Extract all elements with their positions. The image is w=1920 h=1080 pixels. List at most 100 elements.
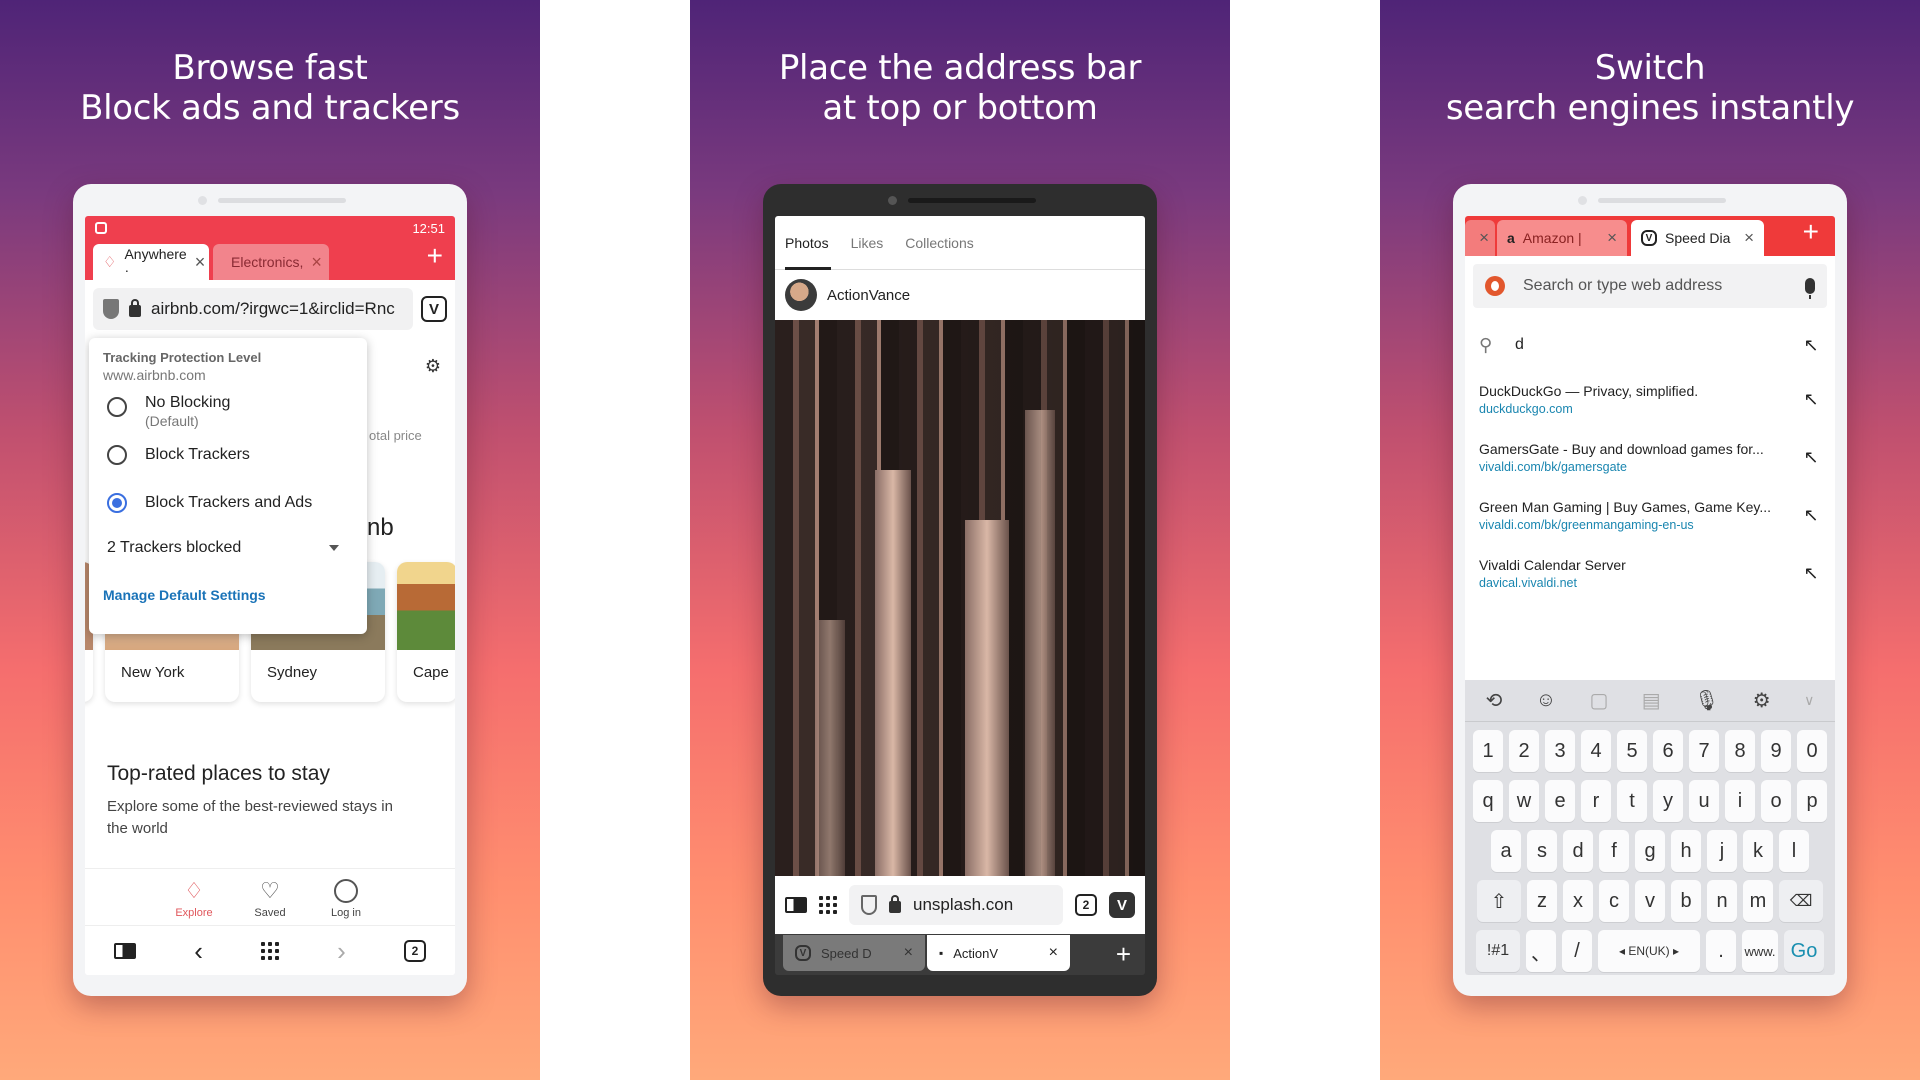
key-o[interactable]: o [1761,780,1791,822]
tab-anywhere[interactable]: ♢ Anywhere · × [93,244,209,280]
key-x[interactable]: x [1563,880,1593,922]
key-f[interactable]: f [1599,830,1629,872]
new-tab-button[interactable]: + [1116,939,1131,970]
tab-speed-dial[interactable]: V Speed D × [783,935,925,971]
key-d[interactable]: d [1563,830,1593,872]
tab-speed-dial[interactable]: V Speed Dia × [1631,220,1764,256]
key-l[interactable]: l [1779,830,1809,872]
tab-actionvance[interactable]: ▪ ActionV × [927,935,1070,971]
key-p[interactable]: p [1797,780,1827,822]
option-no-blocking[interactable]: No Blocking (Default) [103,393,353,429]
speed-dial-icon[interactable] [819,896,837,914]
gear-icon[interactable]: ⚙ [1753,688,1771,713]
key-8[interactable]: 8 [1725,730,1755,772]
suggestion-item[interactable]: GamersGate - Buy and download games for.… [1465,428,1835,486]
period-key[interactable]: . [1706,930,1736,972]
forward-icon[interactable]: › [337,938,346,964]
close-tab-icon[interactable]: × [195,252,206,273]
close-tab-icon[interactable]: × [1049,944,1058,962]
suggestion-item[interactable]: Vivaldi Calendar Server davical.vivaldi.n… [1465,544,1835,602]
close-tab-icon[interactable]: × [1744,228,1754,248]
key-v[interactable]: v [1635,880,1665,922]
key-k[interactable]: k [1743,830,1773,872]
nav-saved[interactable]: ♡ Saved [250,879,290,924]
nav-explore[interactable]: ♢ Explore [174,879,214,924]
typed-query-row[interactable]: ⚲ d ↖ [1465,320,1835,370]
user-row[interactable]: ActionVance [775,270,1145,320]
filter-icon[interactable]: ⚙ [425,356,441,377]
tab-switcher-button[interactable]: 2 [1075,894,1097,916]
radio-button-selected[interactable] [107,493,127,513]
key-n[interactable]: n [1707,880,1737,922]
suggestion-item[interactable]: Green Man Gaming | Buy Games, Game Key..… [1465,486,1835,544]
tab-collections[interactable]: Collections [905,235,973,251]
shield-icon[interactable] [861,895,877,915]
key-y[interactable]: y [1653,780,1683,822]
close-tab-icon[interactable]: × [1607,228,1617,248]
key-q[interactable]: q [1473,780,1503,822]
arrow-up-left-icon[interactable]: ↖ [1801,505,1821,526]
space-key[interactable]: ◂ EN(UK) ▸ [1598,930,1700,972]
shield-icon[interactable] [103,299,119,319]
key-j[interactable]: j [1707,830,1737,872]
key-7[interactable]: 7 [1689,730,1719,772]
panel-toggle-icon[interactable] [785,897,807,913]
option-block-trackers-and-ads[interactable]: Block Trackers and Ads [103,493,353,513]
tab-amazon[interactable]: a Amazon | × [1497,220,1627,256]
key-w[interactable]: w [1509,780,1539,822]
go-key[interactable]: Go [1784,930,1824,972]
tab-switcher-button[interactable]: 2 [403,939,426,962]
key-e[interactable]: e [1545,780,1575,822]
key-1[interactable]: 1 [1473,730,1503,772]
manage-default-settings-link[interactable]: Manage Default Settings [103,587,353,603]
duckduckgo-icon[interactable] [1485,276,1505,296]
tab-likes[interactable]: Likes [851,235,884,251]
arrow-up-left-icon[interactable]: ↖ [1801,335,1821,356]
new-tab-button[interactable]: + [1803,216,1819,248]
nav-log-in[interactable]: Log in [326,879,366,924]
trackers-blocked-dropdown[interactable]: 2 Trackers blocked [103,539,353,557]
symbols-key[interactable]: !#1 [1476,930,1520,972]
arrow-up-left-icon[interactable]: ↖ [1801,563,1821,584]
www-key[interactable]: www. [1742,930,1778,972]
key-s[interactable]: s [1527,830,1557,872]
microphone-icon[interactable]: 🎙 [1694,688,1719,713]
key-2[interactable]: 2 [1509,730,1539,772]
tab-photos[interactable]: Photos [785,235,829,251]
address-bar[interactable]: airbnb.com/?irgwc=1&irclid=Rnc [93,288,413,330]
backspace-key[interactable]: ⌫ [1779,880,1823,922]
key-i[interactable]: i [1725,780,1755,822]
key-3[interactable]: 3 [1545,730,1575,772]
key-u[interactable]: u [1689,780,1719,822]
city-photo[interactable] [775,320,1145,876]
close-tab-icon[interactable]: × [1479,228,1489,248]
sticker-icon[interactable]: ▢ [1590,688,1609,713]
key-h[interactable]: h [1671,830,1701,872]
search-bar[interactable]: Search or type web address [1473,264,1827,308]
panel-toggle-icon[interactable] [114,942,137,959]
key-a[interactable]: a [1491,830,1521,872]
key-z[interactable]: z [1527,880,1557,922]
suggestion-item[interactable]: DuckDuckGo — Privacy, simplified. duckduc… [1465,370,1835,428]
back-icon[interactable]: ‹ [194,938,203,964]
key-m[interactable]: m [1743,880,1773,922]
radio-button[interactable] [107,445,127,465]
comma-key[interactable]: 、 [1526,930,1556,972]
vivaldi-menu-button[interactable]: V [421,296,447,322]
close-tab-icon[interactable]: × [311,252,322,273]
new-tab-button[interactable]: + [427,240,443,272]
key-r[interactable]: r [1581,780,1611,822]
arrow-up-left-icon[interactable]: ↖ [1801,389,1821,410]
vivaldi-menu-button[interactable]: V [1109,892,1135,918]
tab-electronics[interactable]: Electronics, × [213,244,329,280]
chevron-down-icon[interactable]: ∨ [1804,692,1814,709]
emoji-icon[interactable]: ☺ [1536,689,1556,712]
destination-card[interactable]: Cape [397,562,455,702]
option-block-trackers[interactable]: Block Trackers [103,445,353,465]
arrow-up-left-icon[interactable]: ↖ [1801,447,1821,468]
key-5[interactable]: 5 [1617,730,1647,772]
key-g[interactable]: g [1635,830,1665,872]
key-6[interactable]: 6 [1653,730,1683,772]
tab-partial[interactable]: × [1465,220,1495,256]
speed-dial-icon[interactable] [260,941,279,960]
